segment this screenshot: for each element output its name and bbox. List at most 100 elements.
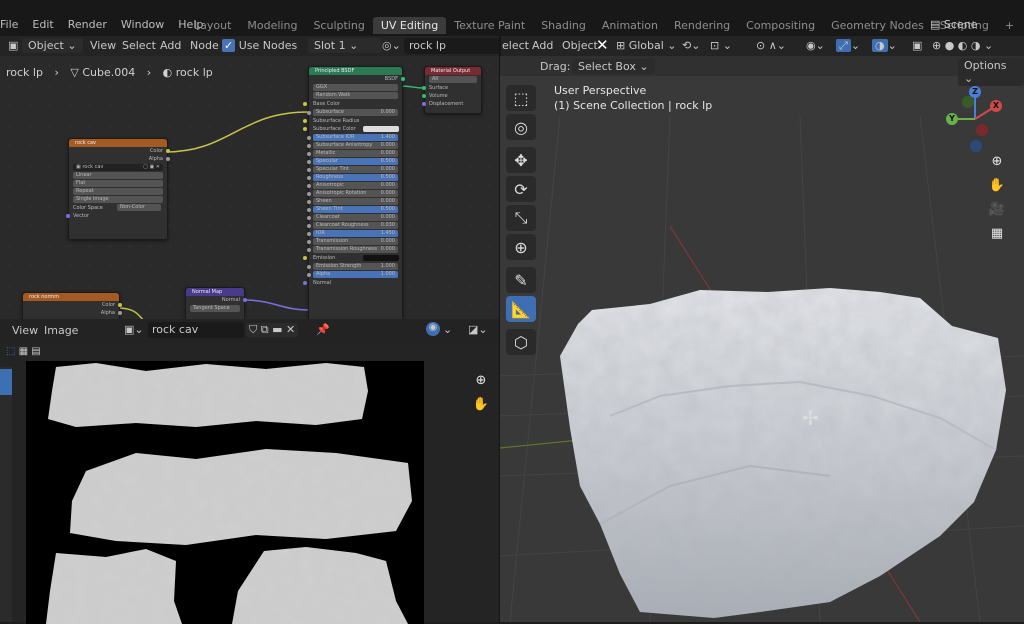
- principled-bsdf-node[interactable]: Principled BSDF BSDF GGX Random Walk Bas…: [303, 66, 405, 319]
- bsdf-input-row[interactable]: IOR 1.450: [307, 230, 398, 237]
- annotate-tool-icon[interactable]: ✎: [506, 267, 536, 293]
- add-workspace-button[interactable]: +: [997, 17, 1022, 34]
- input-socket[interactable]: [307, 232, 311, 236]
- tab-animation[interactable]: Animation: [594, 17, 666, 34]
- cursor-tool-icon[interactable]: ◎: [506, 114, 536, 140]
- bsdf-input-row[interactable]: Roughness 0.500: [307, 174, 398, 181]
- xray-icon[interactable]: ▣: [912, 39, 922, 52]
- menu-image[interactable]: Image: [44, 324, 78, 337]
- bsdf-input-row[interactable]: Subsurface IOR 1.400: [307, 134, 398, 141]
- gizmo-toggle-icon[interactable]: ⤢ ⌄: [836, 39, 860, 53]
- bsdf-input-row[interactable]: Emission: [303, 254, 402, 262]
- node-editor[interactable]: rock lp › ▽ Cube.004 › ◐ rock lp Princip…: [0, 56, 500, 319]
- subsurface-method-dropdown[interactable]: Random Walk: [313, 92, 398, 99]
- input-socket[interactable]: [303, 127, 307, 131]
- bsdf-input-row[interactable]: Metallic 0.000: [307, 150, 398, 157]
- input-socket[interactable]: [307, 208, 311, 212]
- menu-render[interactable]: Render: [68, 18, 107, 31]
- bsdf-input-row[interactable]: Anisotropic 0.000: [307, 182, 398, 189]
- input-socket[interactable]: [307, 160, 311, 164]
- close-icon[interactable]: ✕: [286, 323, 295, 336]
- tab-rendering[interactable]: Rendering: [666, 17, 738, 34]
- menu-add[interactable]: Add: [160, 39, 181, 52]
- scale-tool-icon[interactable]: ⤡: [506, 205, 536, 231]
- overlay-icon[interactable]: ◉: [426, 322, 440, 336]
- menu-node[interactable]: Node: [190, 39, 219, 52]
- output-socket[interactable]: [118, 303, 122, 307]
- add-cube-tool-icon[interactable]: ⬡: [506, 329, 536, 355]
- tab-texture-paint[interactable]: Texture Paint: [446, 17, 533, 34]
- input-socket[interactable]: [307, 200, 311, 204]
- tab-geometry-nodes[interactable]: Geometry Nodes: [823, 17, 932, 34]
- color-swatch[interactable]: [363, 255, 399, 261]
- overlay-toggle-icon[interactable]: ◑ ⌄: [872, 39, 897, 52]
- bsdf-input-row[interactable]: Sheen 0.000: [307, 198, 398, 205]
- tab-uv-editing[interactable]: UV Editing: [372, 17, 447, 34]
- target-dropdown[interactable]: All: [429, 76, 477, 83]
- input-socket[interactable]: [66, 214, 70, 218]
- bsdf-input-row[interactable]: Normal: [303, 279, 402, 287]
- bsdf-input-row[interactable]: Transmission Roughness 0.000: [307, 246, 398, 253]
- input-socket[interactable]: [307, 265, 311, 269]
- input-socket[interactable]: [307, 111, 311, 115]
- colorspace-dropdown[interactable]: Non-Color: [117, 204, 161, 211]
- input-socket[interactable]: [307, 144, 311, 148]
- hand-pan-icon[interactable]: ✋: [986, 174, 1008, 196]
- bsdf-input-row[interactable]: Subsurface Radius: [303, 117, 402, 125]
- display-channels-icon[interactable]: ◪⌄: [468, 323, 488, 336]
- menu-select-partial[interactable]: elect: [502, 39, 529, 52]
- image-actions[interactable]: ⛉ ⧉ ▬ ✕: [246, 323, 299, 337]
- bsdf-input-row[interactable]: Clearcoat 0.000: [307, 214, 398, 221]
- source-dropdown[interactable]: Single Image: [73, 196, 163, 203]
- input-socket[interactable]: [307, 240, 311, 244]
- mode-dropdown[interactable]: Object ⌄: [22, 38, 83, 53]
- x-axis-icon[interactable]: X: [990, 100, 1002, 112]
- snap-icon[interactable]: ⊡ ⌄: [710, 39, 732, 52]
- bsdf-input-row[interactable]: Subsurface Color: [303, 125, 402, 133]
- color-swatch[interactable]: [363, 126, 399, 132]
- bsdf-input-row[interactable]: Clearcoat Roughness 0.030: [307, 222, 398, 229]
- measure-tool-icon[interactable]: 📐: [506, 296, 536, 322]
- input-socket[interactable]: [422, 94, 426, 98]
- interpolation-dropdown[interactable]: Linear: [73, 172, 163, 179]
- input-socket[interactable]: [307, 168, 311, 172]
- input-socket[interactable]: [307, 248, 311, 252]
- tool-cursor-icon[interactable]: [0, 369, 12, 395]
- tab-compositing[interactable]: Compositing: [738, 17, 823, 34]
- material-output-node[interactable]: Material Output All Surface Volume Displ…: [422, 66, 482, 114]
- output-socket[interactable]: [166, 149, 170, 153]
- bsdf-input-row[interactable]: Subsurface 0.000: [307, 109, 398, 116]
- select-box-tool-icon[interactable]: ⬚: [506, 85, 536, 111]
- image-field[interactable]: ▣ rock cav ▢ ▣ ✕: [73, 164, 163, 171]
- neg-y-axis-icon[interactable]: [962, 96, 974, 108]
- input-socket[interactable]: [303, 281, 307, 285]
- 3d-cursor-icon[interactable]: ✢: [802, 406, 819, 430]
- menu-window[interactable]: Window: [121, 18, 164, 31]
- bsdf-input-row[interactable]: Anisotropic Rotation 0.000: [307, 190, 398, 197]
- bsdf-input-row[interactable]: Base Color: [303, 100, 402, 108]
- hand-pan-icon[interactable]: ✋: [470, 393, 492, 415]
- image-browse-icon[interactable]: ▣⌄: [124, 323, 144, 336]
- proportional-edit-icon[interactable]: ⊙ ∧⌄: [756, 39, 786, 52]
- normal-map-node[interactable]: Normal Map Normal Tangent Space: [185, 287, 247, 319]
- bsdf-input-row[interactable]: Subsurface Anisotropy 0.000: [307, 142, 398, 149]
- zoom-icon[interactable]: ⊕: [986, 150, 1008, 172]
- image-actions-icons[interactable]: ▢ ▣ ✕: [143, 164, 160, 171]
- bsdf-input-row[interactable]: Emission Strength 1.000: [307, 263, 398, 270]
- input-socket[interactable]: [303, 256, 307, 260]
- tab-shading[interactable]: Shading: [533, 17, 594, 34]
- bsdf-input-row[interactable]: Sheen Tint 0.500: [307, 206, 398, 213]
- output-socket[interactable]: [166, 157, 170, 161]
- menu-select[interactable]: Select: [122, 39, 156, 52]
- space-dropdown[interactable]: Tangent Space: [190, 305, 240, 312]
- menu-edit[interactable]: Edit: [32, 18, 53, 31]
- camera-icon[interactable]: 🎥: [986, 198, 1008, 220]
- 3d-viewport[interactable]: Drag: Select Box ⌄ Options ⌄ User Perspe…: [500, 56, 1024, 622]
- image-texture-node-cav[interactable]: rock cav Color Alpha ▣ rock cav ▢ ▣ ✕ Lin…: [66, 138, 170, 240]
- bsdf-input-row[interactable]: Specular 0.500: [307, 158, 398, 165]
- output-socket[interactable]: [401, 77, 405, 81]
- input-socket[interactable]: [307, 152, 311, 156]
- projection-dropdown[interactable]: Flat: [73, 180, 163, 187]
- tab-layout[interactable]: Layout: [186, 17, 239, 34]
- tab-sculpting[interactable]: Sculpting: [305, 17, 372, 34]
